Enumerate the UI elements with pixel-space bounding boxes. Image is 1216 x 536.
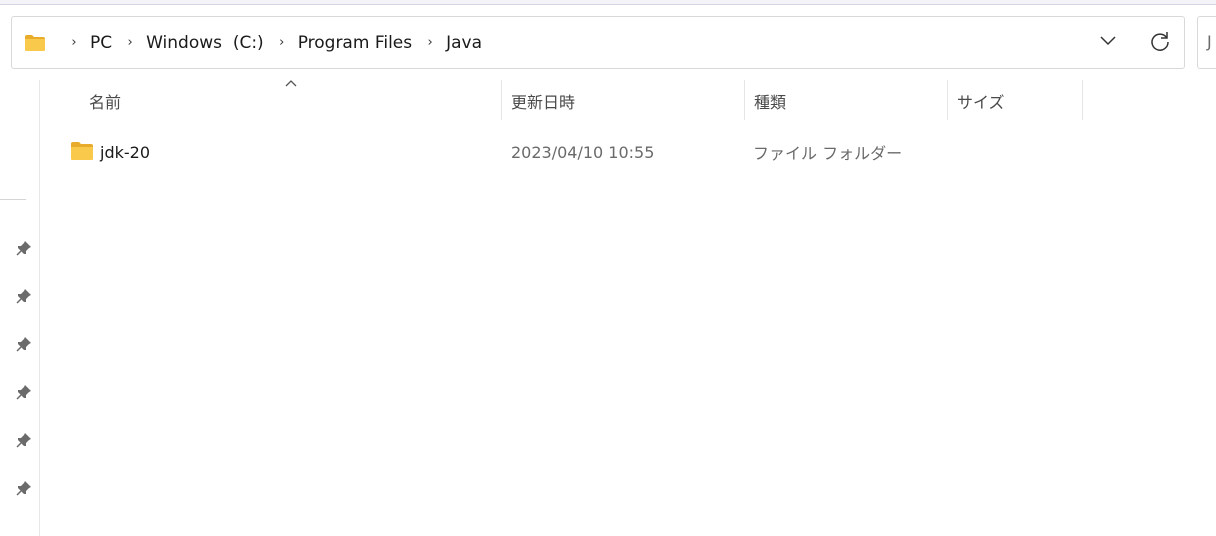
- breadcrumb-separator[interactable]: ›: [424, 35, 436, 50]
- breadcrumb-item-program-files[interactable]: Program Files: [298, 33, 412, 53]
- pin-icon[interactable]: [16, 384, 32, 400]
- address-bar[interactable]: › PC › Windows (C:) › Program Files › Ja…: [11, 16, 1185, 69]
- file-row[interactable]: jdk-20 2023/04/10 10:55 ファイル フォルダー: [62, 134, 1162, 170]
- nav-divider: [0, 199, 26, 200]
- file-date: 2023/04/10 10:55: [511, 142, 655, 162]
- file-name: jdk-20: [100, 142, 150, 162]
- chevron-down-icon[interactable]: [1098, 31, 1118, 51]
- column-header-size[interactable]: サイズ: [957, 80, 1081, 122]
- column-header-type[interactable]: 種類: [754, 80, 946, 122]
- folder-icon: [25, 34, 45, 51]
- pin-icon[interactable]: [16, 480, 32, 496]
- folder-icon: [71, 142, 93, 160]
- breadcrumb: › PC › Windows (C:) › Program Files › Ja…: [24, 17, 482, 68]
- column-divider[interactable]: [947, 80, 948, 120]
- column-divider[interactable]: [1082, 80, 1083, 120]
- column-header-date[interactable]: 更新日時: [511, 80, 743, 122]
- navigation-pane: [0, 80, 40, 536]
- pin-icon[interactable]: [16, 288, 32, 304]
- pin-icon[interactable]: [16, 432, 32, 448]
- column-divider[interactable]: [501, 80, 502, 120]
- refresh-icon[interactable]: [1148, 29, 1172, 53]
- column-header-size-label: サイズ: [957, 93, 1005, 112]
- breadcrumb-separator[interactable]: ›: [124, 35, 136, 50]
- breadcrumb-separator[interactable]: ›: [276, 35, 288, 50]
- file-type: ファイル フォルダー: [753, 144, 903, 163]
- column-header-name[interactable]: 名前: [89, 80, 499, 122]
- column-divider[interactable]: [744, 80, 745, 120]
- column-header-date-label: 更新日時: [511, 93, 576, 112]
- breadcrumb-separator: ›: [71, 35, 77, 50]
- column-header-type-label: 種類: [754, 93, 787, 112]
- breadcrumb-item-java[interactable]: Java: [446, 33, 482, 53]
- column-header-name-label: 名前: [89, 93, 122, 112]
- pin-icon[interactable]: [16, 240, 32, 256]
- breadcrumb-item-windows[interactable]: Windows (C:): [146, 33, 264, 53]
- search-placeholder: J: [1207, 32, 1212, 51]
- window-top-edge: [0, 0, 1216, 5]
- breadcrumb-item-pc[interactable]: PC: [90, 33, 112, 53]
- pin-icon[interactable]: [16, 336, 32, 352]
- search-input[interactable]: J: [1197, 16, 1216, 69]
